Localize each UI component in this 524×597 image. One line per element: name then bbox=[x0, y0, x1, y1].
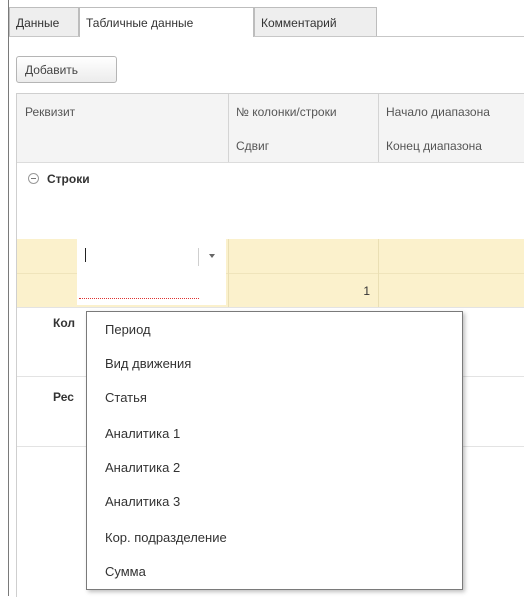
group-row-rows[interactable]: Строки bbox=[17, 163, 524, 235]
attribute-combo-input[interactable] bbox=[77, 239, 198, 273]
dropdown-item[interactable]: Статья bbox=[105, 390, 147, 405]
text-caret bbox=[85, 248, 86, 262]
header-column-divider bbox=[378, 94, 379, 162]
add-button[interactable]: Добавить bbox=[16, 56, 117, 83]
dropdown-item[interactable]: Вид движения bbox=[105, 356, 191, 371]
tab-data[interactable]: Данные bbox=[9, 7, 79, 36]
tab-table-data[interactable]: Табличные данные bbox=[79, 7, 254, 37]
dropdown-item[interactable]: Аналитика 3 bbox=[105, 494, 180, 509]
collapse-toggle-icon[interactable] bbox=[28, 173, 39, 184]
column-header-attribute[interactable]: Реквизит bbox=[17, 94, 228, 128]
column-header-range-end[interactable]: Конец диапазона bbox=[378, 128, 524, 162]
column-header-offset[interactable]: Сдвиг bbox=[228, 128, 378, 162]
row-label-truncated[interactable]: Рес bbox=[53, 390, 83, 404]
dropdown-item[interactable]: Кор. подразделение bbox=[105, 530, 227, 545]
dropdown-item[interactable]: Период bbox=[105, 322, 151, 337]
column-header-range-start[interactable]: Начало диапазона bbox=[378, 94, 524, 128]
offset-cell-value[interactable]: 1 bbox=[228, 274, 378, 307]
chevron-down-icon[interactable] bbox=[209, 254, 215, 258]
dropdown-item[interactable]: Аналитика 1 bbox=[105, 426, 180, 441]
table-header-row: Реквизит № колонки/строки Начало диапазо… bbox=[17, 94, 524, 129]
attribute-dropdown-list[interactable]: Период Вид движения Статья Аналитика 1 А… bbox=[86, 311, 463, 590]
table-header-row-2: Сдвиг Конец диапазона bbox=[17, 128, 524, 163]
required-field-underline bbox=[79, 298, 199, 299]
dropdown-item[interactable]: Аналитика 2 bbox=[105, 460, 180, 475]
group-label: Строки bbox=[47, 172, 90, 186]
column-header-column-row-number[interactable]: № колонки/строки bbox=[228, 94, 378, 128]
tab-comment[interactable]: Комментарий bbox=[254, 7, 377, 36]
window-left-border bbox=[8, 0, 9, 596]
row-label-truncated[interactable]: Кол bbox=[53, 316, 83, 330]
row-column-divider bbox=[378, 239, 379, 307]
tab-bar: Данные Табличные данные Комментарий bbox=[9, 0, 524, 37]
column-header-empty bbox=[17, 128, 228, 162]
dropdown-item[interactable]: Сумма bbox=[105, 564, 146, 579]
header-column-divider bbox=[228, 94, 229, 162]
row-divider bbox=[17, 307, 524, 308]
